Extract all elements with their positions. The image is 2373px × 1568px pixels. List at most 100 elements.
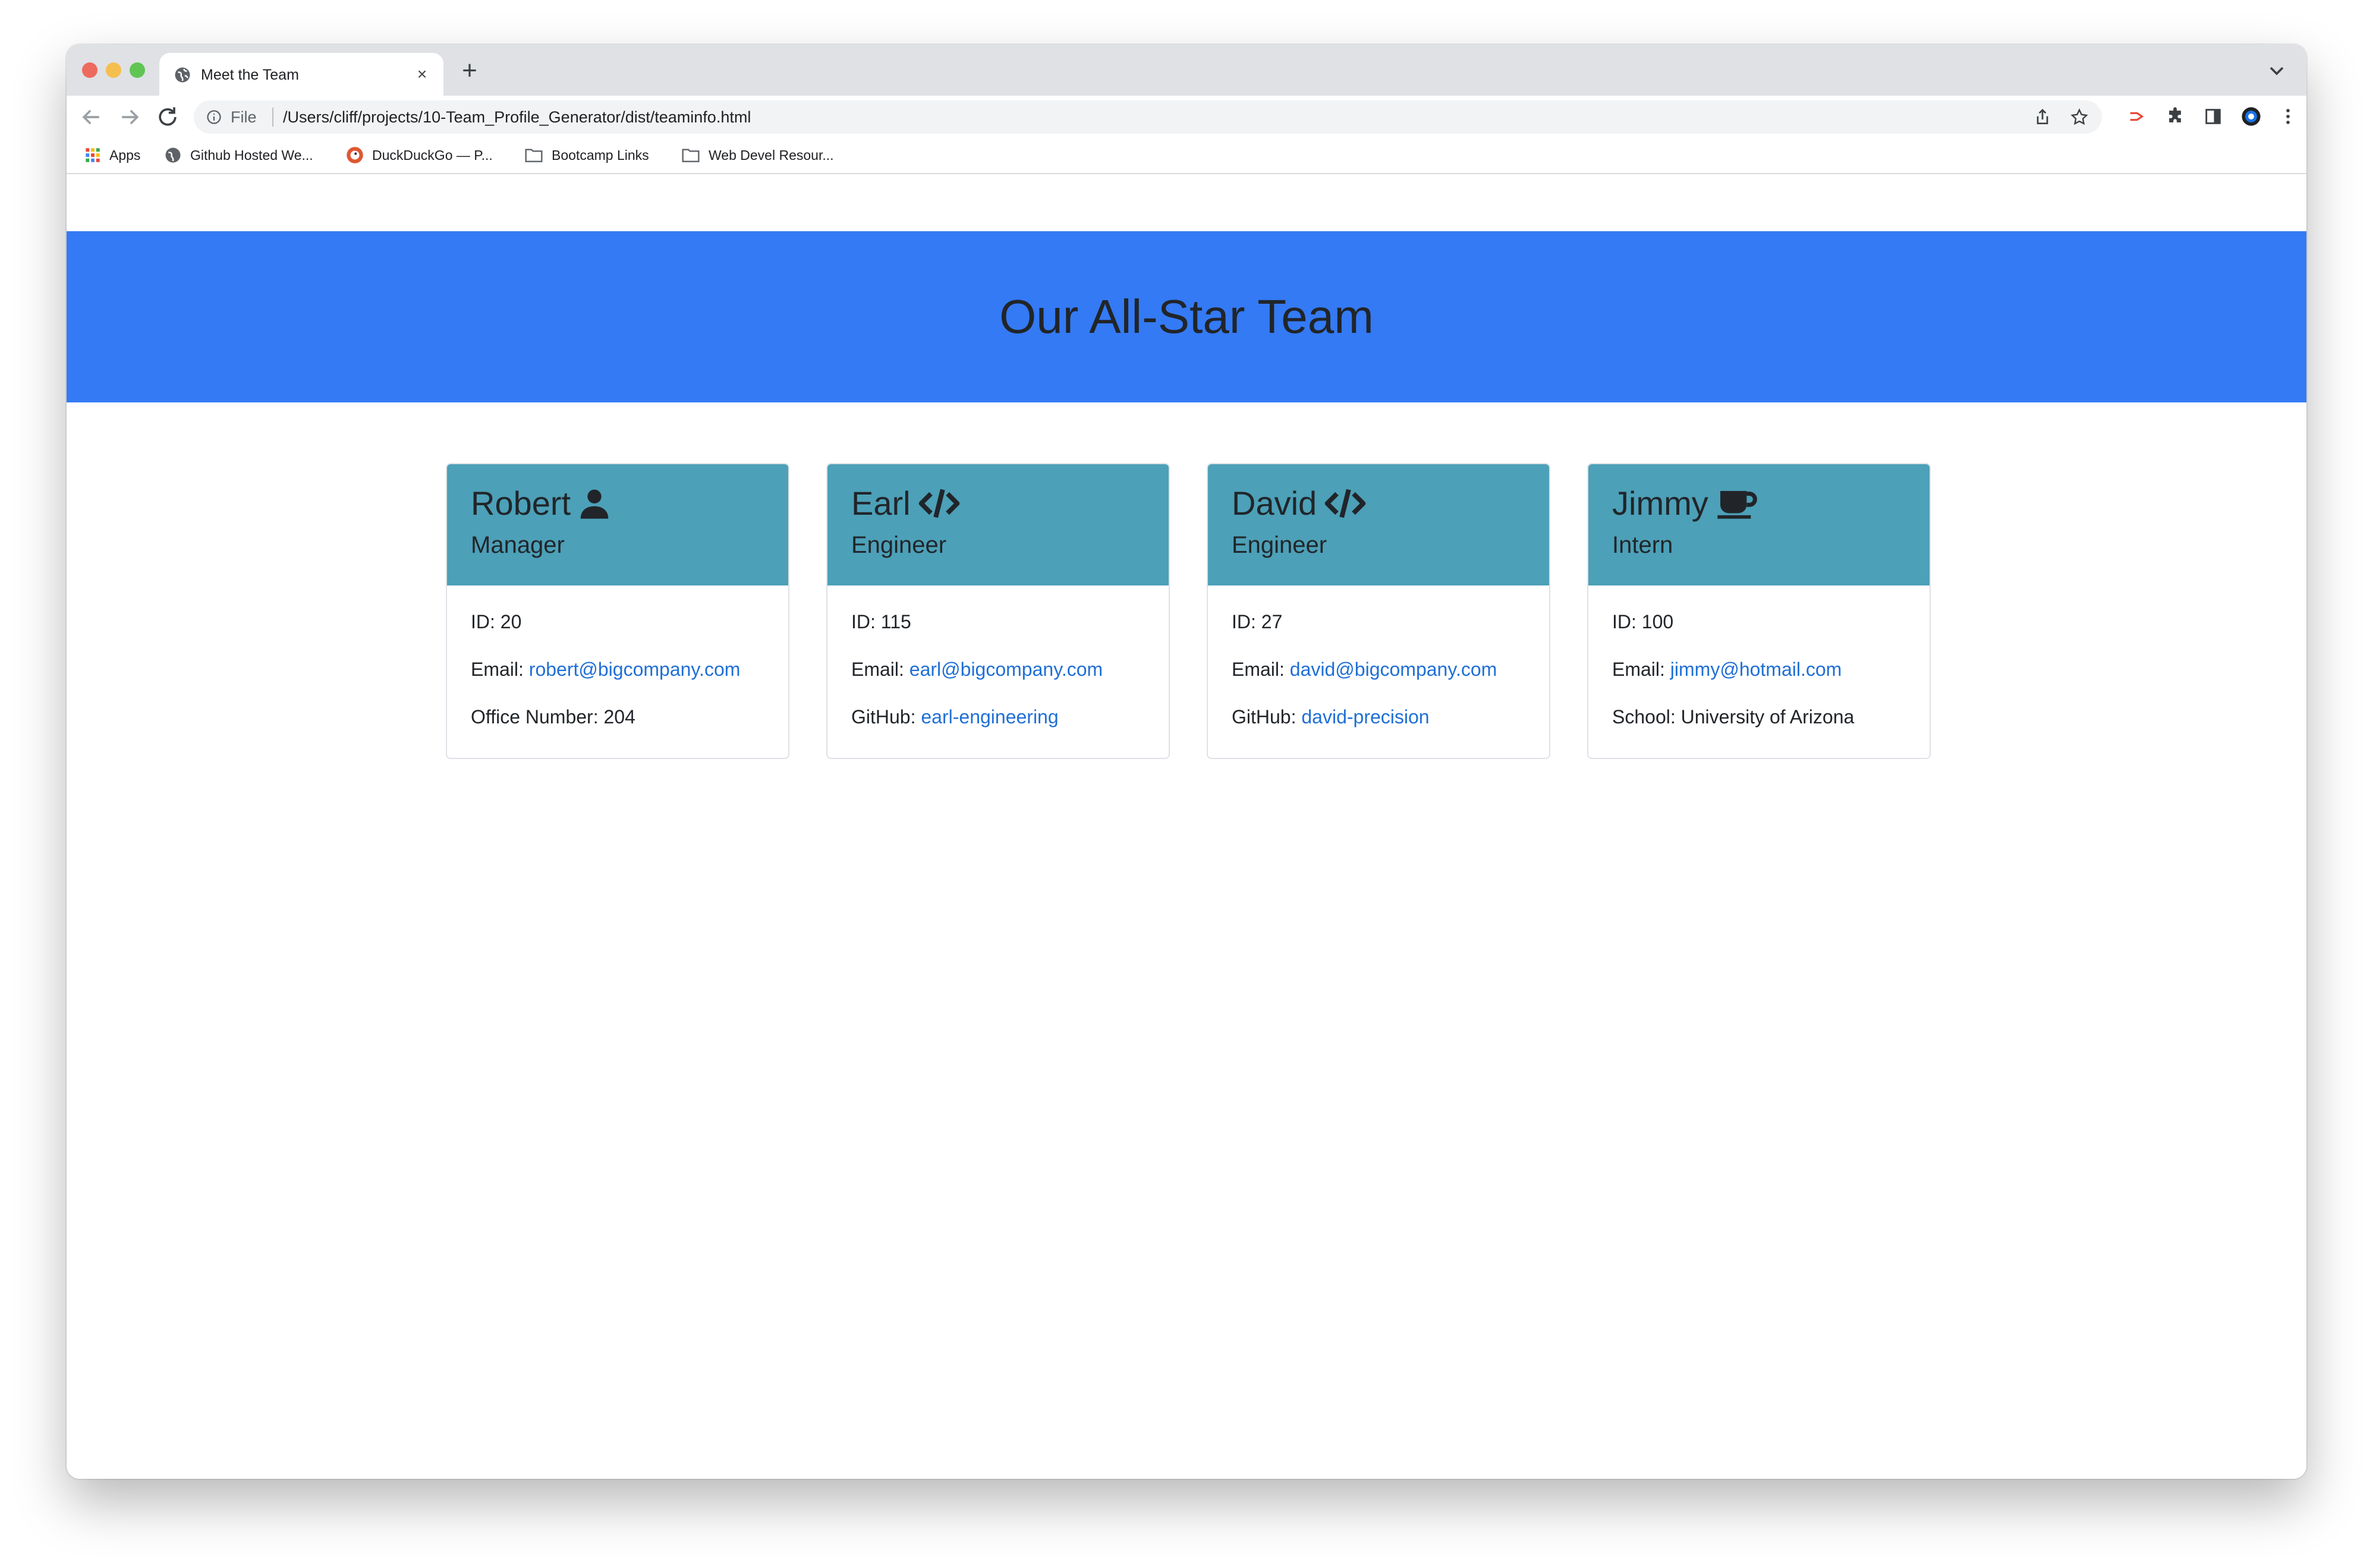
email-link[interactable]: earl@bigcompany.com [909,659,1103,680]
new-tab-button[interactable]: + [457,58,483,84]
bookmark-web-devel[interactable]: Web Devel Resour... [681,144,834,166]
page-content: Our All-Star Team Robert Manager ID: 20 … [67,174,2306,1479]
bookmark-apps[interactable]: Apps [84,144,140,166]
side-panel-icon[interactable] [2203,106,2223,127]
extensions-puzzle-icon[interactable] [2165,106,2185,127]
github-label: GitHub: [851,706,916,728]
employee-name: Robert [471,484,571,522]
mug-icon [1717,491,1757,519]
reload-icon[interactable] [155,104,181,130]
card-header: David Engineer [1208,464,1549,585]
email-label: Email: [1612,659,1665,680]
employee-email-line: Email: david@bigcompany.com [1232,654,1497,684]
duckduckgo-icon [347,147,363,163]
email-link[interactable]: jimmy@hotmail.com [1670,659,1842,680]
employee-email-line: Email: robert@bigcompany.com [471,654,740,684]
employee-id-line: ID: 100 [1612,607,1673,637]
code-icon [918,489,959,518]
apps-grid-icon [86,148,100,162]
employee-id-line: ID: 115 [851,607,911,637]
employee-name: Jimmy [1612,484,1708,522]
employee-role: Manager [471,532,565,558]
card-header: Earl Engineer [827,464,1169,585]
info-icon[interactable] [206,109,222,125]
employee-id-line: ID: 27 [1232,607,1282,637]
bookmark-star-icon[interactable] [2070,108,2089,127]
bookmarks-bar: Apps Github Hosted We... DuckDuckGo — P.… [67,137,2306,174]
employee-card: Robert Manager ID: 20 Email: robert@bigc… [446,463,789,759]
card-header: Robert Manager [447,464,788,585]
close-window-button[interactable] [82,62,97,78]
file-scheme-label: File [231,108,257,126]
id-label: ID: [1232,611,1256,632]
employee-card: David Engineer ID: 27 Email: david@bigco… [1207,463,1550,759]
browser-window: Meet the Team × + File /Users/cliff/proj… [67,45,2306,1479]
email-label: Email: [1232,659,1285,680]
github-link[interactable]: david-precision [1301,706,1429,728]
bookmark-duckduckgo[interactable]: DuckDuckGo — P... [346,144,493,166]
forward-arrow-icon[interactable] [117,104,143,130]
email-label: Email: [471,659,524,680]
bookmark-github-hosted[interactable]: Github Hosted We... [164,144,313,166]
url-divider [272,108,273,127]
github-line: GitHub: david-precision [1232,702,1430,732]
bookmark-label: Github Hosted We... [190,147,313,163]
github-line: GitHub: earl-engineering [851,702,1059,732]
globe-icon [175,67,190,83]
id-label: ID: [471,611,495,632]
globe-icon [165,147,181,163]
employee-name: David [1232,484,1317,522]
bookmark-label: Bootcamp Links [552,147,649,163]
employee-name: Earl [851,484,911,522]
tab-close-icon[interactable]: × [411,64,433,85]
github-link[interactable]: earl-engineering [921,706,1058,728]
share-icon[interactable] [2033,108,2052,127]
id-label: ID: [851,611,876,632]
email-link[interactable]: david@bigcompany.com [1290,659,1497,680]
employee-id: 27 [1261,611,1283,632]
bookmark-label: Web Devel Resour... [709,147,834,163]
code-icon [1324,489,1366,518]
employee-id: 115 [880,611,911,632]
employee-email-line: Email: earl@bigcompany.com [851,654,1103,684]
employee-id: 100 [1641,611,1674,632]
school-line: School: University of Arizona [1612,702,1854,732]
id-label: ID: [1612,611,1636,632]
github-label: GitHub: [1232,706,1296,728]
email-label: Email: [851,659,904,680]
tab-search-chevron-icon[interactable] [2265,59,2289,83]
extension-red-icon[interactable] [2127,106,2147,127]
school-name: University of Arizona [1680,706,1855,728]
folder-icon [525,149,543,162]
employee-id-line: ID: 20 [471,607,521,637]
tab-meet-the-team[interactable]: Meet the Team × [159,53,443,96]
browser-toolbar: File /Users/cliff/projects/10-Team_Profi… [67,96,2306,137]
minimize-window-button[interactable] [106,62,121,78]
employee-email-line: Email: jimmy@hotmail.com [1612,654,1842,684]
page-title: Our All-Star Team [999,290,1374,343]
office-number-label: Office Number: [471,706,599,728]
tab-title: Meet the Team [201,67,299,83]
profile-avatar-icon[interactable] [2241,106,2261,127]
email-link[interactable]: robert@bigcompany.com [529,659,741,680]
browser-menu-icon[interactable] [2278,106,2298,127]
school-label: School: [1612,706,1676,728]
tab-strip: Meet the Team × + [67,45,2306,96]
employee-card: Earl Engineer ID: 115 Email: earl@bigcom… [826,463,1170,759]
employee-id: 20 [500,611,522,632]
office-number: 204 [603,706,635,728]
employee-role: Engineer [1232,532,1327,558]
maximize-window-button[interactable] [130,62,145,78]
bookmark-bootcamp-links[interactable]: Bootcamp Links [524,144,649,166]
card-header: Jimmy Intern [1588,464,1930,585]
bookmark-label: DuckDuckGo — P... [372,147,493,163]
url-text[interactable]: /Users/cliff/projects/10-Team_Profile_Ge… [283,106,751,128]
bookmark-label: Apps [109,147,141,163]
employee-role: Engineer [851,532,947,558]
address-bar[interactable]: File /Users/cliff/projects/10-Team_Profi… [194,100,2102,134]
user-icon [580,489,609,519]
employee-role: Intern [1612,532,1673,558]
back-arrow-icon[interactable] [78,104,105,130]
employee-card: Jimmy Intern ID: 100 Email: jimmy@hotmai… [1587,463,1931,759]
office-number-line: Office Number: 204 [471,702,635,732]
